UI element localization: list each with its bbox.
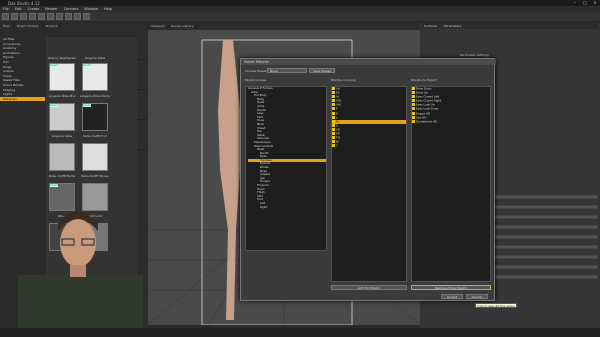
thumbnail[interactable] (49, 143, 75, 171)
add-for-export-button[interactable]: Add for Export (331, 285, 407, 290)
thumbnail[interactable]: Saved (82, 103, 108, 131)
open-icon[interactable] (11, 13, 18, 20)
preset-select[interactable]: None (267, 68, 307, 73)
thumbnail[interactable] (82, 143, 108, 171)
save-preset-button[interactable]: Save Preset (309, 68, 335, 73)
choose-preset-label: Choose Preset (245, 69, 267, 73)
morphs-to-export-label: Morphs to Export (411, 78, 437, 82)
tab-files[interactable]: Files (0, 23, 14, 30)
move-tool-icon[interactable] (56, 13, 63, 20)
morph-group-tree[interactable]: Genesis 8 Female Actor Full Body Body He… (245, 86, 327, 251)
warning-icon (412, 103, 415, 107)
thumbnail-label: Lingerie Robe Panty (80, 94, 110, 98)
warning-icon (412, 107, 415, 111)
warning-icon (332, 115, 335, 119)
presenter-avatar (18, 212, 143, 337)
warning-icon (412, 99, 415, 103)
save-icon[interactable] (20, 13, 27, 20)
side-tab[interactable] (137, 60, 147, 90)
select-morphs-dialog: Select Morphs Choose Preset None Save Pr… (240, 58, 496, 301)
tab-smart-content[interactable]: Smart Content (14, 23, 43, 30)
thumbnail-label: Robe Outfit Shoes (81, 174, 109, 178)
side-tab[interactable] (137, 30, 147, 60)
warning-icon (332, 132, 335, 136)
select-tool-icon[interactable] (47, 13, 54, 20)
thumbnail[interactable]: Saved (49, 63, 75, 91)
thumbnail-label: Robe Outfit Full (83, 134, 107, 138)
dialog-title: Select Morphs (241, 59, 496, 65)
warning-icon (332, 95, 335, 99)
morph-groups-label: Morph Groups (245, 78, 267, 82)
side-tab[interactable] (137, 120, 147, 150)
tooltip: Click to execute this action (475, 303, 517, 308)
undo-icon[interactable] (29, 13, 36, 20)
render-icon[interactable] (83, 13, 90, 20)
thumbnail-label: Lingerie Robe Bra (48, 94, 76, 98)
thumbnail[interactable]: Saved (49, 103, 75, 131)
new-scene-icon[interactable] (2, 13, 9, 20)
thumbnail-label: Robe Outfit Boots (48, 174, 76, 178)
status-badge: Saved (83, 104, 91, 107)
redo-icon[interactable] (38, 13, 45, 20)
toolbar (0, 12, 600, 21)
thumbnail-label: Granny Nightgown (47, 56, 77, 60)
scale-tool-icon[interactable] (74, 13, 81, 20)
warning-icon (332, 123, 335, 127)
warning-icon (412, 87, 415, 90)
tab-render-library[interactable]: Render Library (168, 23, 198, 30)
warning-icon (332, 140, 335, 144)
warning-icon (332, 119, 335, 123)
status-badge: Saved (50, 64, 58, 67)
morphs-in-group-list[interactable]: AA EE IH OW UW F K L M S CH ER TH W Y (331, 86, 407, 282)
thumbnail-label: Lingerie Robe (51, 134, 73, 138)
warning-icon (332, 99, 335, 103)
category-item-selected[interactable]: Materials (0, 96, 45, 102)
warning-icon (332, 111, 335, 115)
status-badge: Saved (50, 184, 58, 187)
cancel-button[interactable]: Cancel (466, 294, 488, 299)
warning-icon (332, 103, 335, 107)
tab-product[interactable]: Product (43, 23, 61, 30)
tab-parameters[interactable]: Parameters (444, 24, 461, 28)
thumbnail-label: Lingerie Robe (84, 56, 106, 60)
warning-icon (332, 144, 335, 148)
status-badge: Saved (50, 104, 58, 107)
viewport-tabs: Viewport Render Library (148, 23, 420, 30)
list-item[interactable]: Excitement HD (412, 119, 490, 124)
warning-icon (412, 95, 415, 99)
warning-icon (412, 119, 415, 123)
status-bar (0, 328, 600, 337)
tab-viewport[interactable]: Viewport (148, 23, 169, 30)
panel-title: Parameter Settings (460, 53, 489, 57)
morphs-in-group-label: Morphs in Group (331, 78, 356, 82)
list-item[interactable]: Y (332, 144, 406, 148)
rotate-tool-icon[interactable] (65, 13, 72, 20)
warning-icon (412, 91, 415, 95)
accept-button[interactable]: Accept (441, 294, 463, 299)
warning-icon (332, 91, 335, 95)
warning-icon (332, 107, 335, 111)
thumbnail[interactable]: Saved (82, 63, 108, 91)
warning-icon (412, 115, 415, 119)
tree-node[interactable]: Right (248, 205, 326, 210)
warning-icon (332, 127, 335, 131)
warning-icon (332, 87, 335, 90)
content-tabs: Files Smart Content Product (0, 23, 145, 30)
remove-from-export-button[interactable]: Remove From Export (411, 285, 491, 290)
side-tab[interactable] (137, 90, 147, 120)
warning-icon (332, 136, 335, 140)
morphs-to-export-list[interactable]: Brow Down Brow Up Eyes Closed Left Eyes … (411, 86, 491, 282)
tab-surfaces[interactable]: Surfaces (424, 24, 437, 28)
status-badge: Saved (83, 64, 91, 67)
right-panel-tabs: Surfaces Parameters (422, 23, 598, 29)
warning-icon (412, 111, 415, 115)
